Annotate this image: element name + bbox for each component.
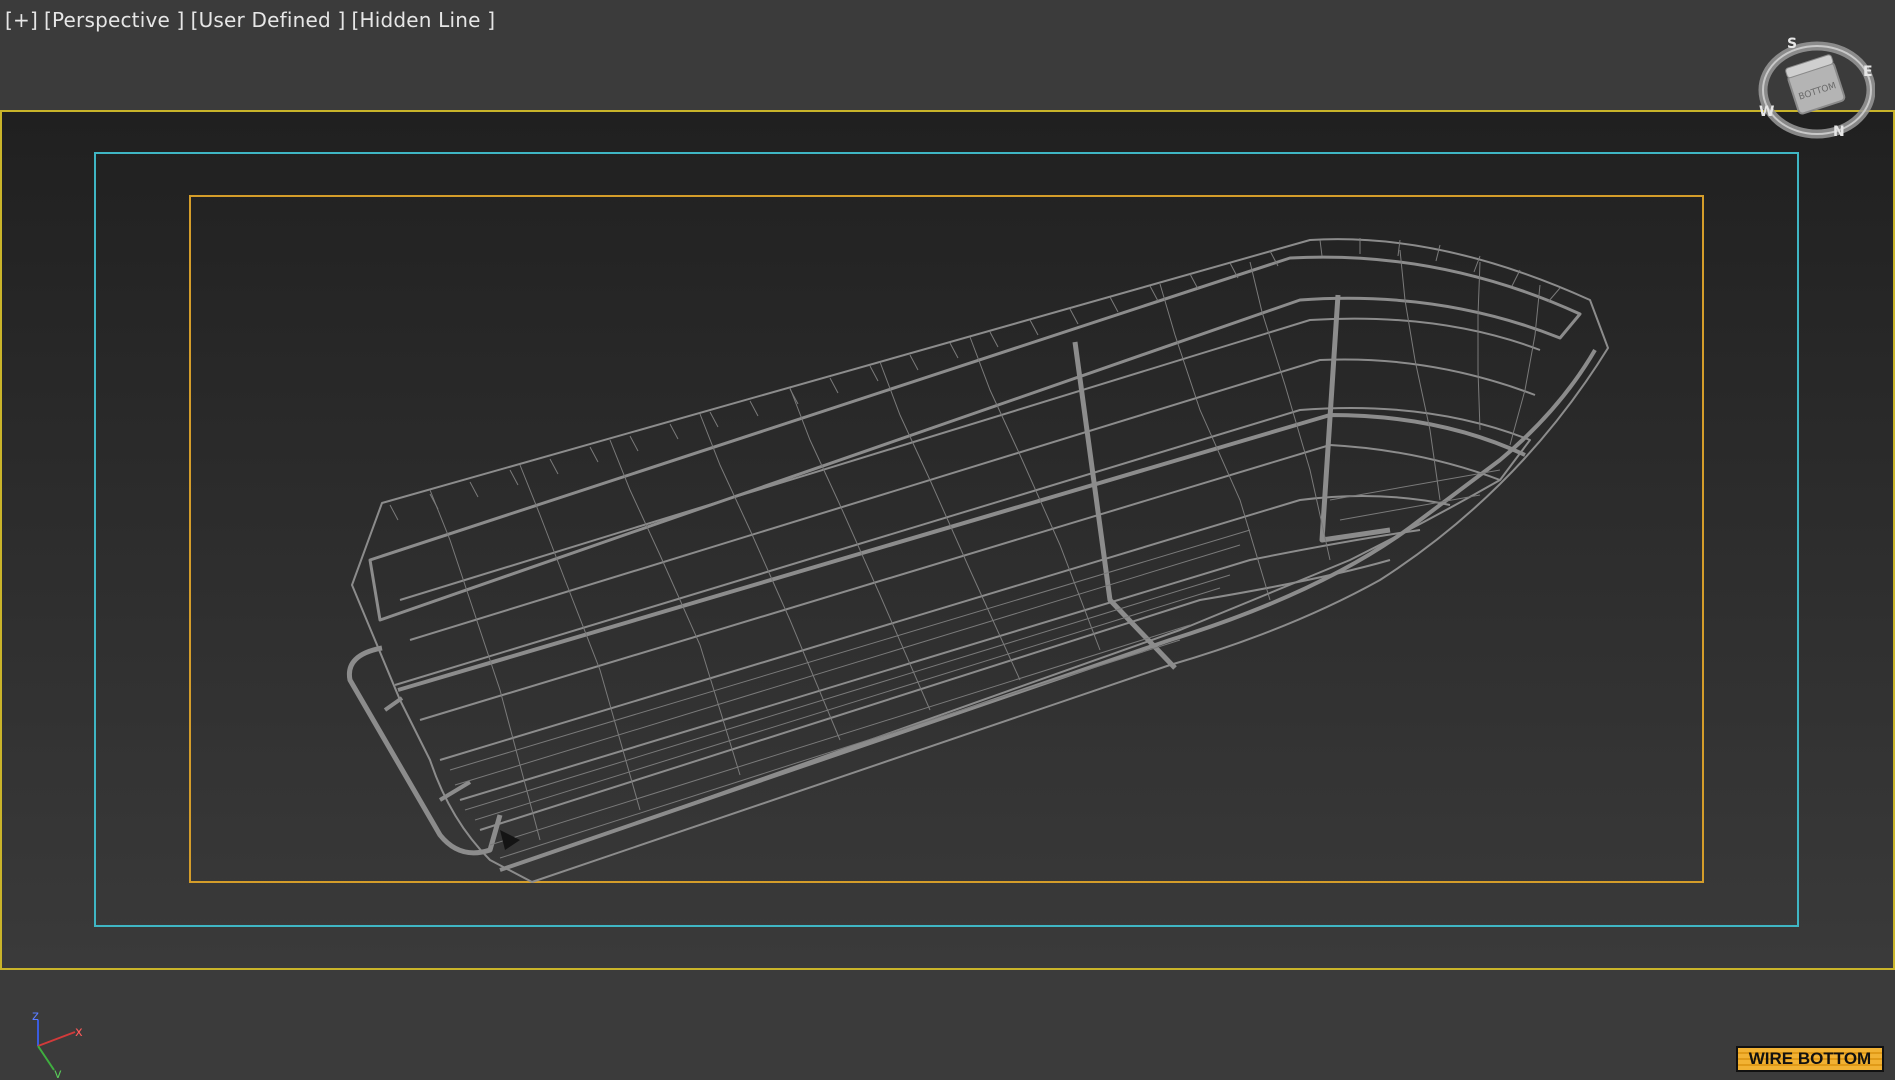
svg-text:y: y — [54, 1067, 62, 1078]
wire-bottom-badge: WIRE BOTTOM — [1736, 1046, 1884, 1072]
stern-shadow — [500, 830, 520, 850]
svg-text:z: z — [32, 1009, 39, 1024]
viewcube-south: S — [1787, 36, 1797, 52]
viewcube-east: E — [1863, 64, 1873, 80]
axis-tripod-icon: z x y — [32, 1009, 83, 1078]
viewcube-icon[interactable]: BOTTOM S E W N — [1755, 34, 1875, 146]
viewcube-west: W — [1759, 104, 1774, 120]
svg-text:x: x — [75, 1025, 83, 1040]
viewcube-north: N — [1833, 124, 1845, 140]
boat-hull-wireframe[interactable] — [0, 0, 1895, 1080]
